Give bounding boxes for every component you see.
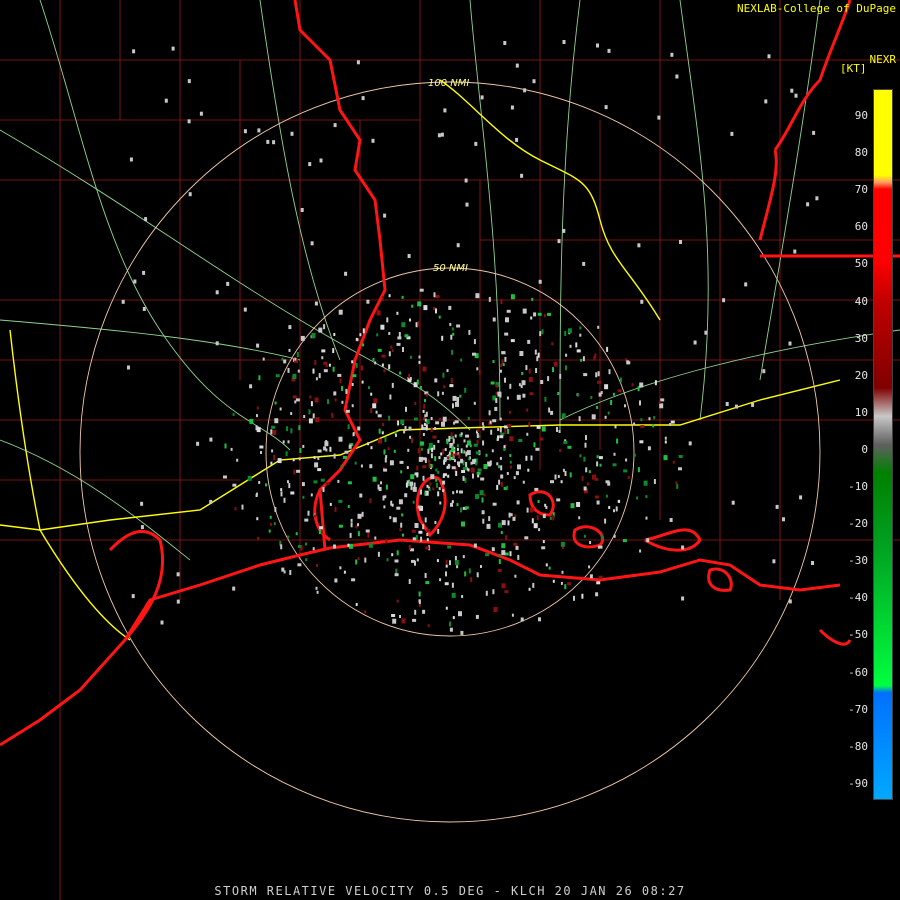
- legend-tick: 70: [854, 183, 868, 197]
- legend-tick: -50: [848, 628, 868, 642]
- legend-tick: 80: [854, 146, 868, 160]
- legend-tick: 30: [854, 331, 868, 345]
- legend-tick: -70: [848, 702, 868, 716]
- legend-tick: 40: [854, 294, 868, 308]
- legend-tick: -10: [848, 480, 868, 493]
- legend-tick: 10: [854, 405, 868, 419]
- legend-tick: 60: [854, 220, 868, 234]
- product-caption: STORM RELATIVE VELOCITY 0.5 DEG - KLCH 2…: [214, 884, 686, 898]
- legend-tick: -90: [848, 776, 868, 790]
- legend-tick: 20: [854, 368, 868, 382]
- inner-ring-label: 50 NMI: [433, 263, 468, 274]
- legend-tick: -30: [848, 554, 868, 568]
- legend-tick: -20: [848, 517, 868, 531]
- legend-tick: 50: [854, 257, 868, 271]
- outer-ring-label: 100 NMI: [428, 78, 469, 89]
- velocity-color-legend: [873, 89, 893, 800]
- product-label: NEXR: [869, 53, 897, 66]
- unit-label: [KT]: [840, 62, 867, 75]
- radar-map: 50 NMI 100 NMI: [0, 0, 900, 900]
- legend-tick: -40: [848, 591, 868, 605]
- legend-tick: -60: [848, 665, 868, 679]
- credit-label: NEXLAB-College of DuPage: [737, 2, 896, 15]
- legend-tick: -80: [848, 739, 868, 753]
- legend-tick: 0: [861, 442, 868, 456]
- legend-tick: 90: [854, 109, 868, 122]
